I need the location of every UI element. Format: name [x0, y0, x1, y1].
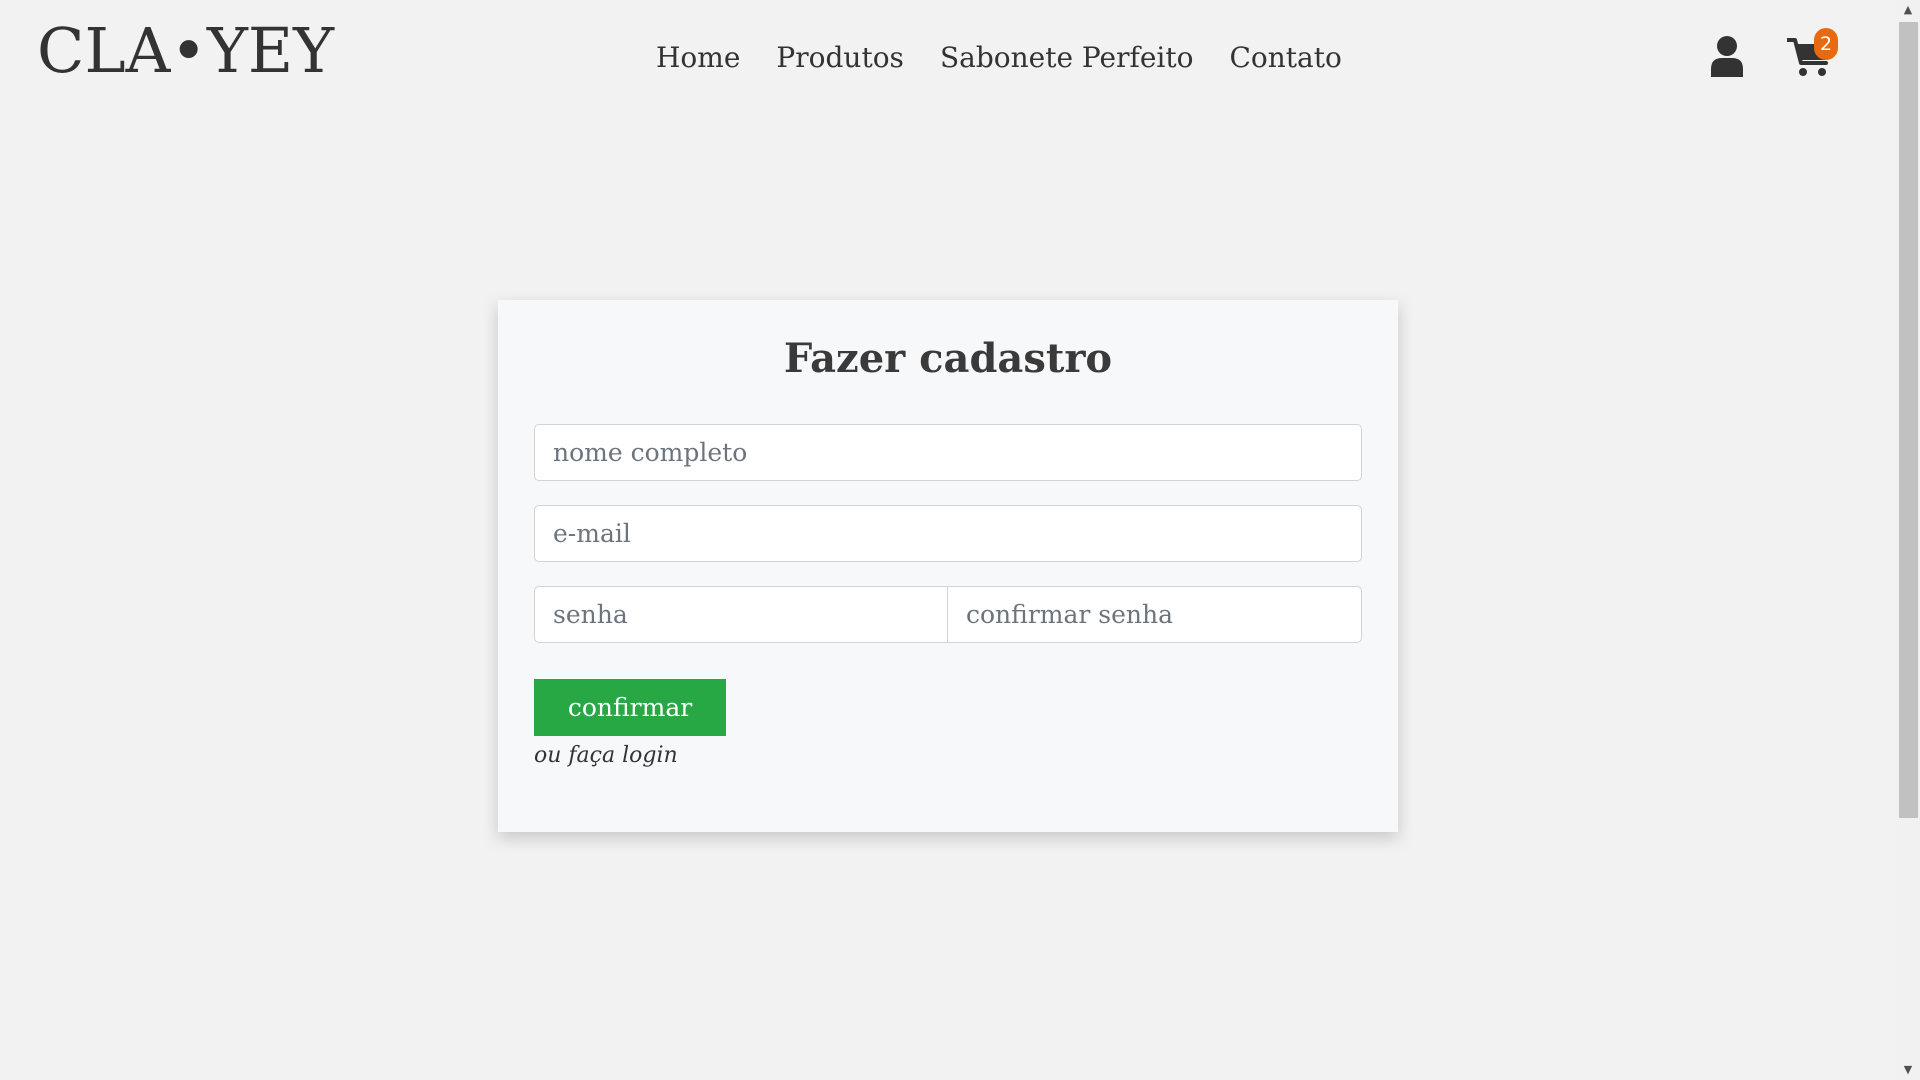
confirm-password-input[interactable]: [947, 586, 1362, 643]
vertical-scrollbar[interactable]: ▲ ▼: [1896, 0, 1920, 1080]
password-input[interactable]: [534, 586, 948, 643]
scroll-up-arrow-icon[interactable]: ▲: [1896, 0, 1920, 20]
nav-link-home[interactable]: Home: [656, 38, 740, 78]
cart-count-badge: 2: [1814, 28, 1838, 60]
login-link[interactable]: ou faça login: [534, 740, 678, 772]
scrollbar-thumb[interactable]: [1899, 22, 1918, 818]
scroll-down-arrow-icon[interactable]: ▼: [1896, 1060, 1920, 1080]
site-logo[interactable]: CLA•YEY: [37, 16, 334, 86]
confirm-button[interactable]: confirmar: [534, 679, 726, 736]
full-name-input[interactable]: [534, 424, 1362, 481]
main-nav: Home Produtos Sabonete Perfeito Contato: [656, 38, 1342, 78]
signup-card: Fazer cadastro confirmar ou faça login: [498, 300, 1398, 832]
page: CLA•YEY Home Produtos Sabonete Perfeito …: [0, 0, 1920, 1080]
user-account-button[interactable]: [1709, 35, 1745, 77]
signup-title: Fazer cadastro: [783, 335, 1113, 382]
nav-link-contato[interactable]: Contato: [1229, 38, 1341, 78]
nav-link-sabonete-perfeito[interactable]: Sabonete Perfeito: [940, 38, 1194, 78]
email-input[interactable]: [534, 505, 1362, 562]
site-header: CLA•YEY Home Produtos Sabonete Perfeito …: [0, 0, 1896, 110]
user-icon: [1711, 36, 1743, 77]
nav-link-produtos[interactable]: Produtos: [776, 38, 904, 78]
